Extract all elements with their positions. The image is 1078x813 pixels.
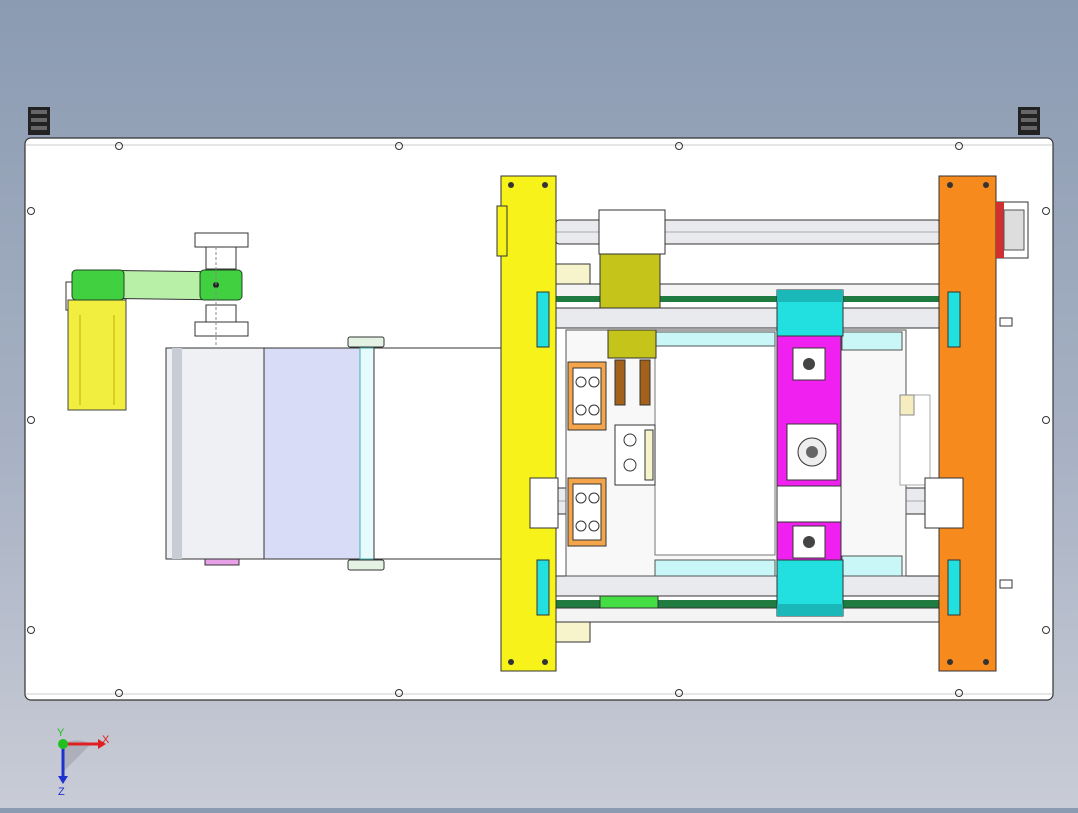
y-axis-label: Y <box>57 727 65 739</box>
clamp-block-lower[interactable] <box>567 477 607 547</box>
servo-motor[interactable] <box>65 281 127 411</box>
bearing-block-bottom[interactable] <box>776 559 844 617</box>
clamp-block-upper[interactable] <box>567 361 607 431</box>
cad-drawing[interactable]: X Y Z <box>0 0 1078 808</box>
green-block <box>599 595 659 609</box>
center-connector <box>614 424 656 486</box>
corner-handle-left <box>28 107 50 135</box>
z-axis-label: Z <box>58 786 65 798</box>
corner-handle-right <box>1018 107 1040 135</box>
y-axis-dot <box>58 739 68 749</box>
sensor-bracket <box>995 201 1029 259</box>
cad-viewport[interactable]: X Y Z <box>0 0 1078 808</box>
bearing-block-top[interactable] <box>776 289 844 337</box>
coordinate-triad: X Y Z <box>57 727 110 798</box>
x-axis-label: X <box>102 734 110 746</box>
film-roll[interactable] <box>165 336 505 571</box>
